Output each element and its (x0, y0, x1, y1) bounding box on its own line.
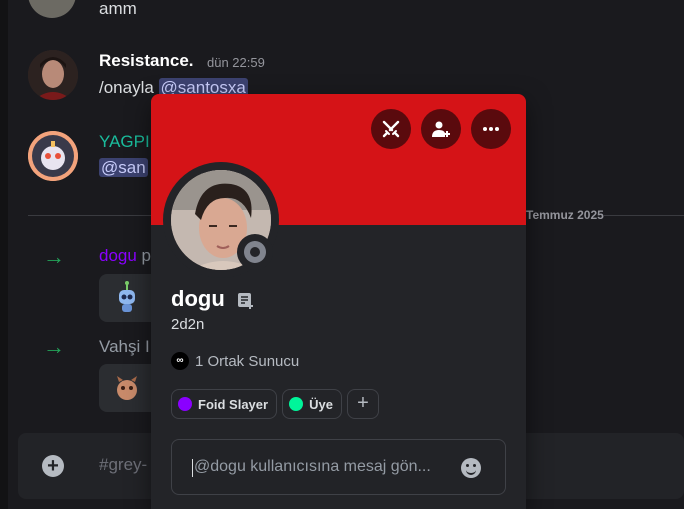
message-placeholder: @dogu kullanıcısına mesaj gön... (194, 458, 431, 475)
mutual-servers-label: 1 Ortak Sunucu (195, 352, 300, 370)
system-message: Vahşi I (99, 337, 150, 357)
profile-display-name: dogu (171, 286, 225, 311)
message-text: amm (99, 0, 137, 18)
user-profile-popout: dogu 2d2n ∞ 1 Ortak Sunucu Foid Slayer Ü… (151, 94, 526, 509)
system-message: dogu p (99, 246, 151, 266)
message-author[interactable]: Resistance. (99, 51, 194, 71)
avatar[interactable] (28, 0, 76, 18)
roles-list: Foid Slayer Üye + (171, 389, 379, 419)
emoji-icon[interactable] (461, 458, 481, 478)
swords-icon (382, 120, 400, 138)
add-role-button[interactable]: + (346, 389, 379, 419)
wave-sticker-button[interactable] (99, 274, 159, 322)
system-text: p (136, 246, 152, 265)
role-pill[interactable]: Üye (282, 389, 342, 419)
more-options-button[interactable] (471, 109, 511, 149)
more-icon (483, 127, 499, 131)
role-color-dot (289, 397, 304, 411)
role-label: Foid Slayer (198, 396, 269, 412)
server-icon: ∞ (171, 352, 189, 370)
bot-avatar[interactable] (28, 131, 78, 181)
message-author[interactable]: YAGPI (99, 132, 150, 152)
text-caret (192, 459, 193, 477)
swords-button[interactable] (371, 109, 411, 149)
critter-sticker-icon (117, 376, 137, 400)
system-user[interactable]: dogu (99, 246, 137, 265)
add-friend-button[interactable] (421, 109, 461, 149)
add-attachment-icon[interactable]: + (42, 455, 64, 477)
user-mention[interactable]: @san (99, 158, 148, 177)
direct-message-input[interactable]: @dogu kullanıcısına mesaj gön... (171, 439, 506, 495)
role-label: Üye (309, 396, 333, 412)
message-timestamp: dün 22:59 (207, 55, 265, 70)
note-icon[interactable] (237, 291, 255, 309)
date-divider-label: Temmuz 2025 (526, 208, 604, 222)
mutual-servers-link[interactable]: ∞ 1 Ortak Sunucu (171, 352, 299, 370)
wave-sticker-button[interactable] (99, 364, 159, 412)
offline-status-icon (244, 241, 266, 263)
role-pill[interactable]: Foid Slayer (171, 389, 278, 419)
status-indicator (237, 234, 273, 270)
join-arrow-icon: → (43, 244, 65, 269)
profile-username: 2d2n (171, 316, 205, 333)
message-command: /onayla (99, 78, 159, 97)
server-sidebar-edge (0, 0, 8, 509)
composer-placeholder: #grey- (99, 455, 148, 474)
role-color-dot (178, 397, 192, 411)
system-user[interactable]: Vahşi I (99, 337, 150, 356)
robot-sticker-icon (119, 281, 135, 312)
message-text: @san (99, 158, 148, 178)
add-friend-icon (432, 121, 450, 137)
avatar[interactable] (28, 50, 78, 100)
join-arrow-icon: → (43, 334, 65, 359)
